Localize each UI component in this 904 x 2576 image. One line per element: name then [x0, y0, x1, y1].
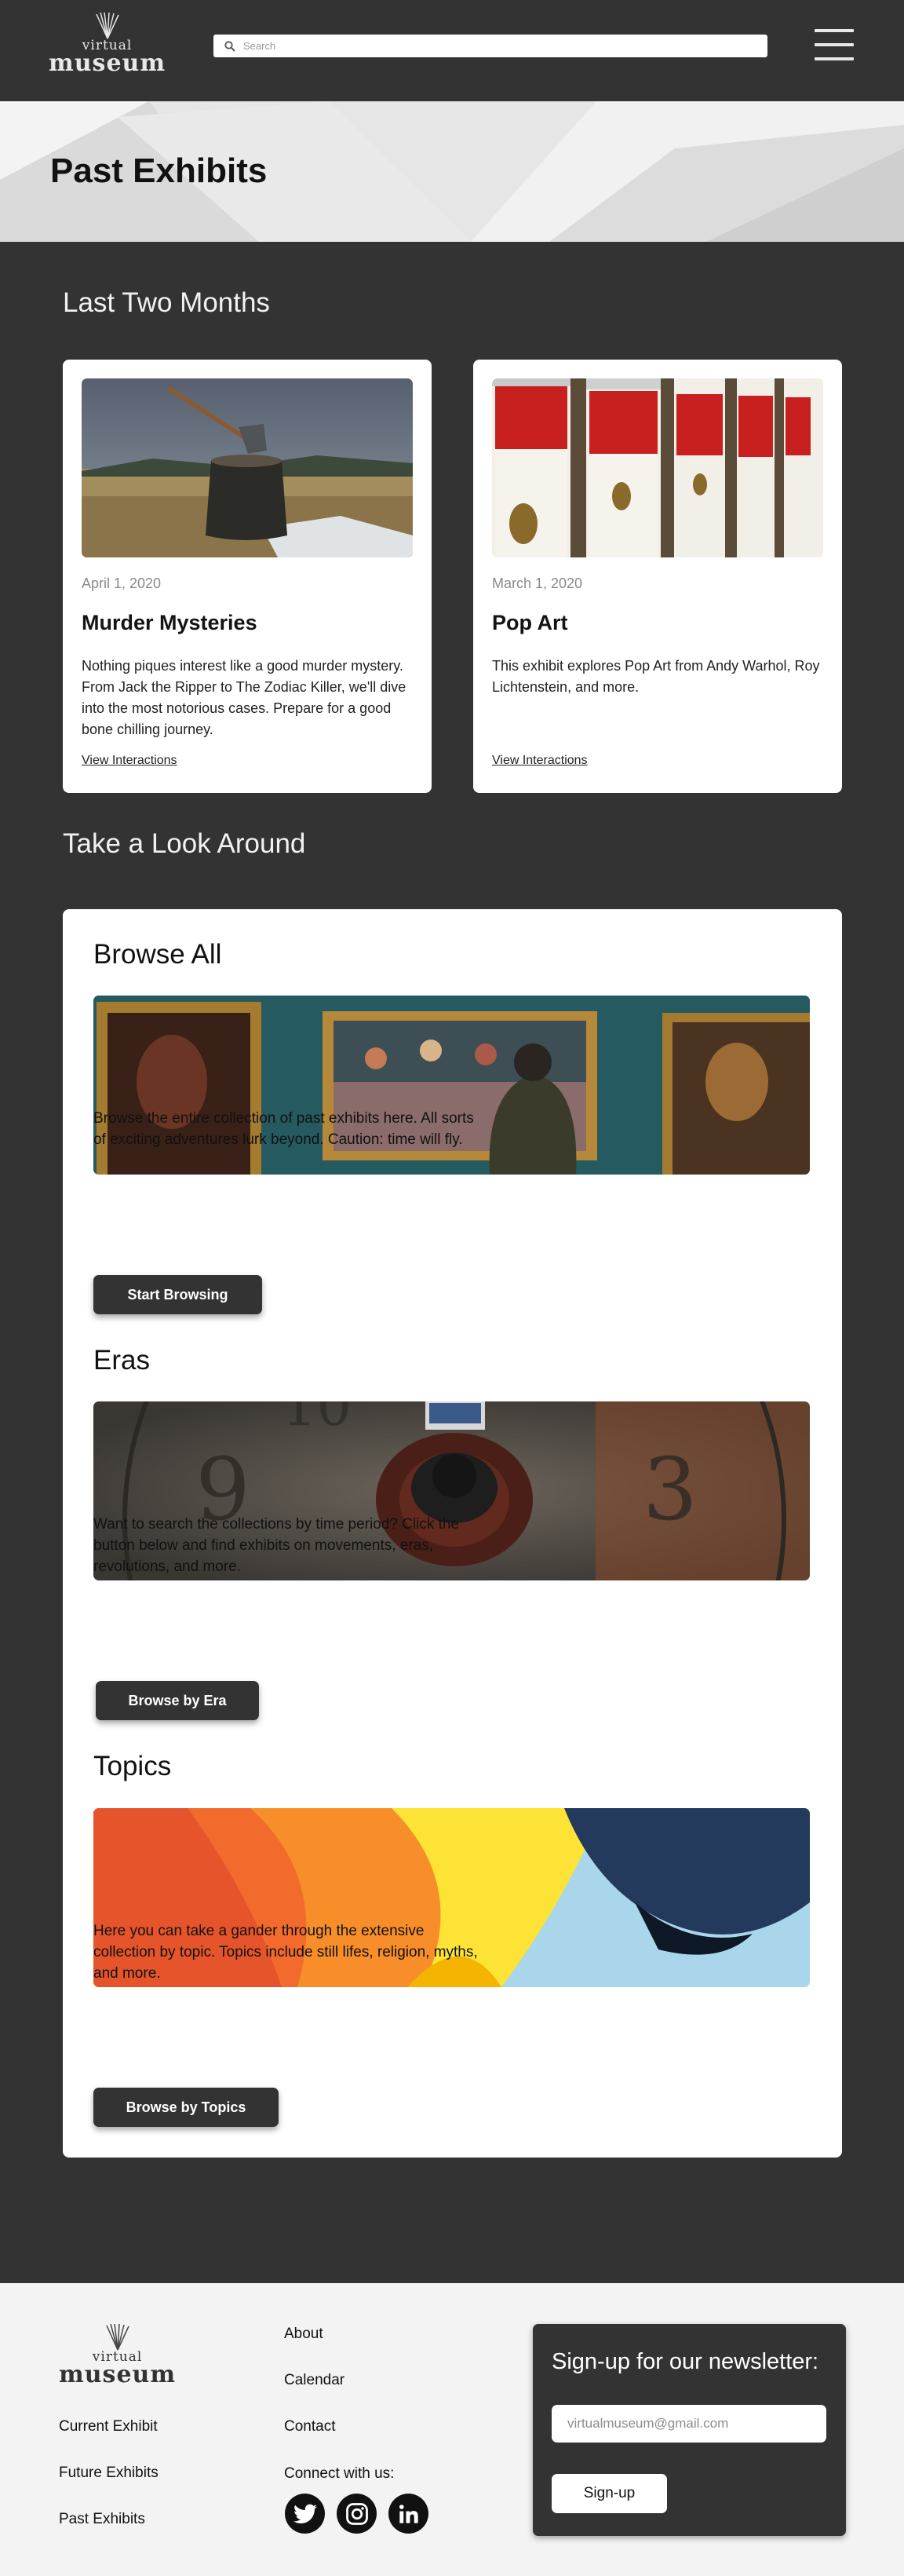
- eras-title: Eras: [93, 1345, 150, 1376]
- search-input[interactable]: [243, 40, 745, 52]
- search-bar[interactable]: [213, 35, 767, 57]
- footer-link-calendar[interactable]: Calendar: [284, 2372, 344, 2389]
- newsletter-signup-button[interactable]: Sign-up: [552, 2474, 667, 2513]
- site-footer: virtual museum Current Exhibit Future Ex…: [0, 2283, 904, 2576]
- connect-label: Connect with us:: [284, 2465, 395, 2482]
- exhibit-image-soup-cans: [492, 378, 823, 557]
- twitter-icon[interactable]: [285, 2494, 325, 2534]
- eras-description: Want to search the collections by time p…: [93, 1516, 460, 1575]
- view-interactions-link[interactable]: View Interactions: [492, 754, 588, 768]
- newsletter-heading: Sign-up for our newsletter:: [552, 2349, 819, 2374]
- svg-text:10: 10: [282, 1401, 352, 1438]
- footer-logo[interactable]: virtual museum: [59, 2324, 176, 2387]
- exhibit-card: March 1, 2020 Pop Art This exhibit explo…: [473, 360, 842, 793]
- svg-text:3: 3: [643, 1439, 698, 1540]
- exhibit-image-axe-stump: [82, 378, 413, 557]
- exhibit-description: Nothing piques interest like a good murd…: [82, 658, 406, 737]
- browse-all-title: Browse All: [93, 939, 222, 970]
- browse-by-era-button[interactable]: Browse by Era: [96, 1681, 259, 1720]
- exhibit-title: Pop Art: [492, 611, 568, 634]
- newsletter-signup: Sign-up for our newsletter: Sign-up: [533, 2324, 846, 2536]
- topics-description: Here you can take a gander through the e…: [93, 1923, 478, 1982]
- menu-line: [815, 43, 854, 46]
- exhibit-date: March 1, 2020: [492, 575, 583, 591]
- exhibit-title: Murder Mysteries: [82, 611, 257, 634]
- footer-link-future-exhibits[interactable]: Future Exhibits: [59, 2465, 159, 2482]
- topics-title: Topics: [93, 1751, 172, 1781]
- menu-line: [815, 29, 854, 32]
- browse-by-topics-button[interactable]: Browse by Topics: [93, 2088, 279, 2127]
- exhibit-date: April 1, 2020: [82, 575, 162, 591]
- look-around-heading: Take a Look Around: [63, 828, 306, 859]
- browse-all-description: Browse the entire collection of past exh…: [93, 1110, 474, 1148]
- logo-text-big: museum: [59, 2361, 177, 2388]
- linkedin-icon[interactable]: [388, 2494, 428, 2534]
- logo-fan-icon: [105, 2324, 129, 2351]
- page-title: Past Exhibits: [50, 152, 268, 190]
- footer-link-about[interactable]: About: [284, 2326, 323, 2343]
- exhibit-card: April 1, 2020 Murder Mysteries Nothing p…: [63, 360, 432, 793]
- exhibit-description: This exhibit explores Pop Art from Andy …: [492, 658, 820, 695]
- hero-banner: Past Exhibits: [0, 101, 904, 242]
- hamburger-menu-icon[interactable]: [815, 26, 854, 64]
- recent-section-heading: Last Two Months: [63, 287, 270, 318]
- footer-link-current-exhibit[interactable]: Current Exhibit: [59, 2418, 158, 2435]
- search-icon: [224, 40, 235, 52]
- menu-line: [815, 57, 854, 60]
- footer-link-past-exhibits[interactable]: Past Exhibits: [59, 2511, 145, 2528]
- newsletter-email-field[interactable]: [552, 2405, 826, 2443]
- top-header: virtual museum: [0, 0, 904, 101]
- look-around-panel: Browse All Browse the entire collection …: [63, 909, 842, 2158]
- start-browsing-button[interactable]: Start Browsing: [93, 1275, 262, 1314]
- view-interactions-link[interactable]: View Interactions: [82, 754, 177, 768]
- logo-fan-icon: [95, 13, 119, 39]
- footer-link-contact[interactable]: Contact: [284, 2418, 335, 2435]
- instagram-icon[interactable]: [337, 2494, 377, 2534]
- site-logo[interactable]: virtual museum: [49, 13, 166, 75]
- logo-text-big: museum: [49, 49, 166, 77]
